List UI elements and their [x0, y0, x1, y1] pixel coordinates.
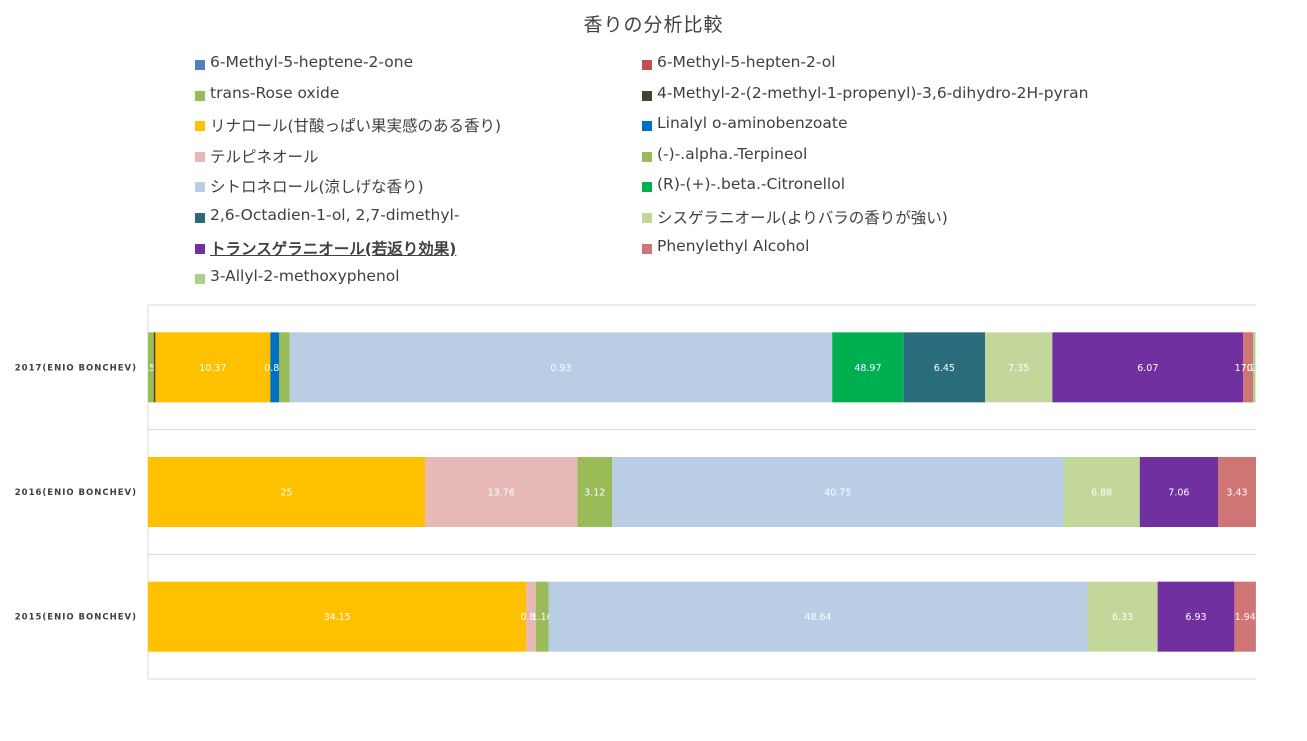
bar-segment: [279, 332, 290, 403]
plot-area: 2017(ENIO BONCHEV) 0.52 10.37 0.81 0.93 48.97…: [15, 304, 1262, 680]
bar-segment: [153, 332, 156, 403]
category-label: 2017(ENIO BONCHEV): [15, 363, 137, 373]
data-label: 6.45: [934, 363, 955, 374]
data-label: 7.06: [1168, 488, 1189, 499]
data-label: 48.64: [804, 612, 831, 623]
data-label: 10.37: [199, 363, 226, 374]
data-label: 34.15: [324, 612, 351, 623]
data-label: 1.94: [1235, 612, 1256, 623]
data-label: 3.12: [584, 488, 605, 499]
data-label: 7.35: [1008, 363, 1029, 374]
data-label: 13.76: [488, 488, 515, 499]
data-label: 0.93: [550, 363, 571, 374]
data-label: 6.88: [1091, 488, 1112, 499]
data-label: 0.9: [1247, 363, 1262, 374]
data-label: 3.43: [1226, 488, 1247, 499]
data-label: 6.33: [1112, 612, 1133, 623]
data-label: 25: [280, 488, 292, 499]
data-label: 6.07: [1137, 363, 1158, 374]
data-label: 6.93: [1185, 612, 1206, 623]
data-label: 48.97: [854, 363, 881, 374]
category-label: 2015(ENIO BONCHEV): [15, 613, 137, 623]
category-label: 2016(ENIO BONCHEV): [15, 488, 137, 498]
data-label: 40.75: [824, 488, 851, 499]
